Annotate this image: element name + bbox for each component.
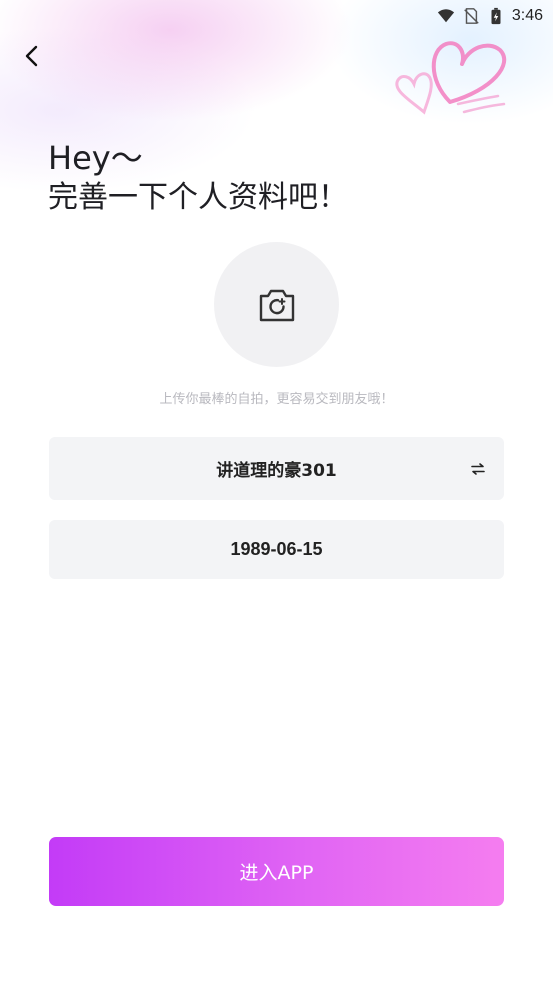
birthday-field[interactable]: 1989-06-15 — [49, 520, 504, 579]
birthday-value: 1989-06-15 — [230, 539, 323, 559]
chevron-left-icon — [25, 45, 38, 67]
status-time: 3:46 — [511, 7, 543, 24]
nickname-field[interactable]: 讲道理的豪301 — [49, 437, 504, 500]
avatar-hint: 上传你最棒的自拍，更容易交到朋友哦！ — [159, 392, 394, 407]
battery-charging-icon — [491, 7, 501, 25]
hearts-decoration — [395, 41, 507, 115]
wifi-icon — [437, 9, 454, 23]
camera-icon — [259, 289, 294, 321]
status-bar: 3:46 — [0, 0, 553, 32]
page-title: Hey～ 完善一下个人资料吧！ — [48, 138, 348, 218]
enter-app-button[interactable]: 进入APP — [49, 837, 504, 906]
back-button[interactable] — [18, 42, 46, 70]
avatar-upload-button[interactable] — [214, 242, 339, 367]
title-greeting: Hey～ — [48, 139, 143, 177]
swap-icon[interactable] — [470, 461, 486, 477]
nickname-value: 讲道理的豪301 — [216, 461, 337, 481]
title-subtitle: 完善一下个人资料吧！ — [48, 180, 348, 215]
no-sim-icon — [464, 8, 479, 24]
